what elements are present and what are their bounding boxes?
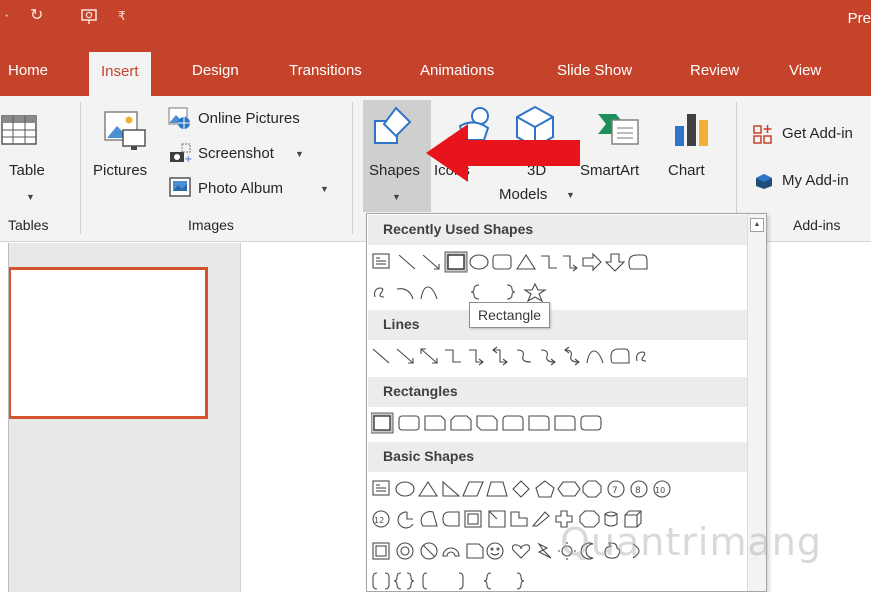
svg-text:7: 7 [612, 486, 618, 496]
rectangles-shapes-row[interactable] [371, 412, 651, 434]
watermark: Quantrimang [560, 520, 822, 564]
redo-icon[interactable]: ↻ [30, 8, 43, 24]
smartart-icon [596, 110, 642, 151]
annotation-arrow-icon [426, 124, 580, 182]
ribbon-tabs: Home Insert Design Transitions Animation… [0, 44, 871, 96]
group-separator [352, 102, 353, 234]
3d-models-button[interactable]: Models [499, 186, 547, 203]
tab-insert[interactable]: Insert [89, 52, 151, 96]
tab-design[interactable]: Design [192, 44, 239, 96]
quick-access-dot-icon[interactable]: · [4, 8, 9, 24]
svg-text:8: 8 [635, 486, 641, 496]
online-pictures-icon [168, 107, 192, 132]
start-slideshow-icon[interactable] [80, 8, 98, 30]
pane-edge [0, 243, 9, 592]
table-dropdown-icon[interactable]: ▼ [26, 192, 35, 202]
photo-album-dropdown-icon[interactable]: ▼ [320, 184, 329, 194]
table-button[interactable]: Table [9, 162, 45, 179]
shapes-label: Shapes [369, 162, 420, 179]
shapes-dropdown-icon[interactable]: ▼ [392, 192, 401, 202]
get-addins-icon [752, 124, 774, 149]
chart-icon [671, 110, 711, 151]
section-header: Recently Used Shapes [368, 215, 748, 245]
smartart-button[interactable]: SmartArt [580, 162, 639, 179]
table-icon [0, 110, 42, 155]
shape-tooltip: Rectangle [469, 302, 551, 328]
scroll-up-icon[interactable]: ▲ [750, 218, 764, 232]
basic-shapes-row[interactable] [371, 570, 571, 592]
photo-album-icon [168, 176, 192, 201]
section-header: Basic Shapes [368, 442, 748, 472]
3d-models-dropdown-icon[interactable]: ▼ [566, 190, 575, 200]
tab-animations[interactable]: Animations [420, 44, 494, 96]
svg-text:10: 10 [655, 486, 665, 495]
lines-shapes-row[interactable] [371, 345, 743, 367]
section-header: Lines [368, 310, 748, 340]
tab-review[interactable]: Review [690, 44, 739, 96]
get-addins-button[interactable]: Get Add-in [782, 125, 853, 142]
screenshot-button[interactable]: Screenshot [198, 145, 274, 162]
my-addins-icon [754, 170, 776, 193]
basic-shapes-row[interactable]: 7 8 10 [371, 478, 743, 500]
screenshot-icon: + [168, 142, 192, 167]
svg-text:+: + [184, 154, 192, 164]
chart-button[interactable]: Chart [668, 162, 705, 179]
tab-slide-show[interactable]: Slide Show [557, 44, 632, 96]
online-pictures-button[interactable]: Online Pictures [198, 110, 300, 127]
group-label-addins: Add-ins [793, 217, 841, 233]
title-bar: · ↻ ₹ Pre [0, 0, 871, 44]
slide-thumbnail-pane [0, 243, 241, 592]
svg-text:12: 12 [374, 516, 384, 525]
my-addins-button[interactable]: My Add-in [782, 172, 849, 189]
pictures-icon [101, 106, 147, 157]
recently-used-shapes-row[interactable] [371, 281, 571, 303]
group-label-tables: Tables [8, 217, 49, 233]
group-separator [80, 102, 81, 234]
photo-album-button[interactable]: Photo Album [198, 180, 283, 197]
shapes-icon [372, 104, 416, 151]
recently-used-shapes-row[interactable] [371, 251, 743, 273]
tab-transitions[interactable]: Transitions [289, 44, 362, 96]
slide-thumbnail[interactable] [8, 267, 208, 419]
pictures-button[interactable]: Pictures [93, 162, 147, 179]
tab-view[interactable]: View [789, 44, 821, 96]
tab-home[interactable]: Home [8, 44, 48, 96]
customize-toolbar-icon[interactable]: ₹ [118, 8, 126, 24]
app-title: Pre [847, 10, 871, 27]
group-label-images: Images [188, 217, 234, 233]
screenshot-dropdown-icon[interactable]: ▼ [295, 149, 304, 159]
section-header: Rectangles [368, 377, 748, 407]
